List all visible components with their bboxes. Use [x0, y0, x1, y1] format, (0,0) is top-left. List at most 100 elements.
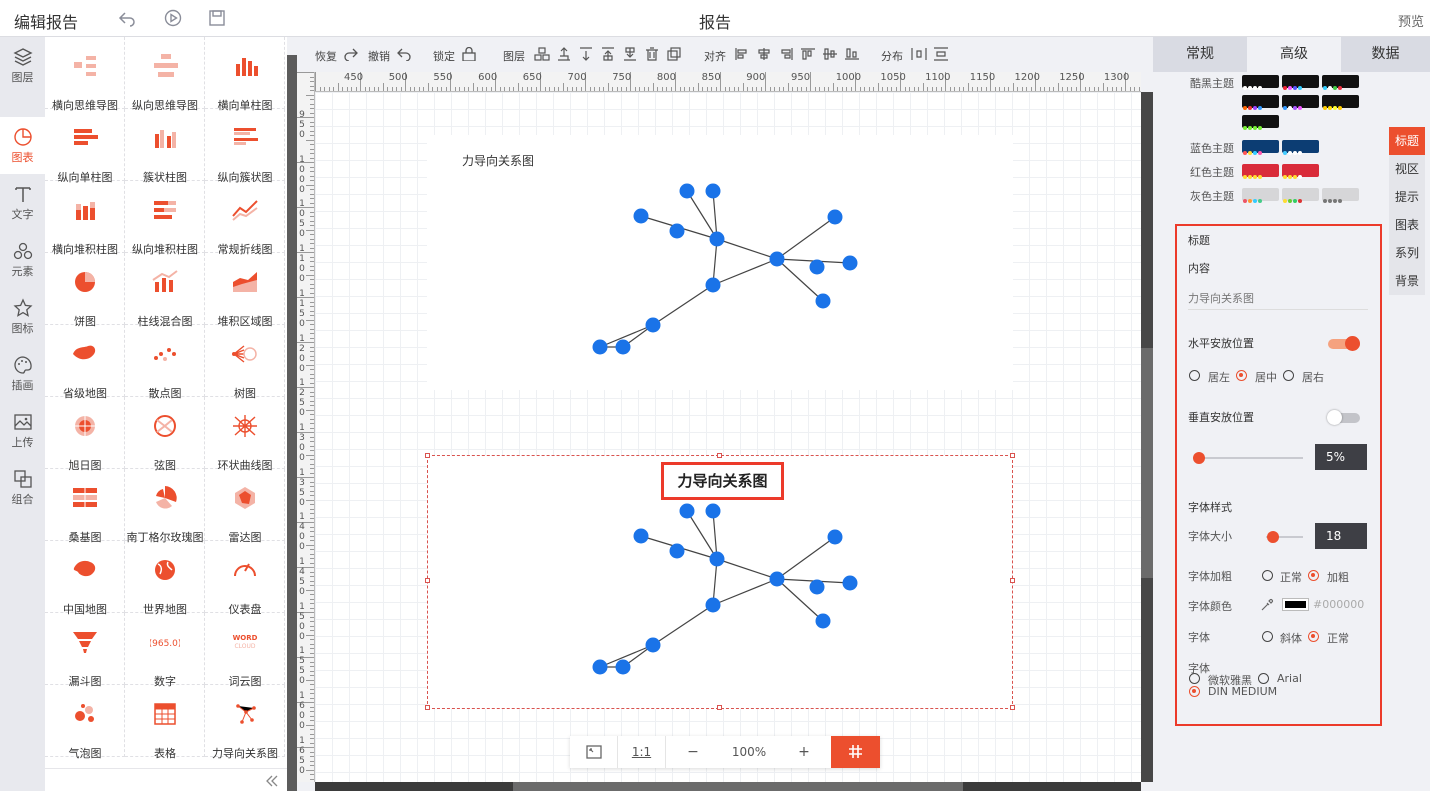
nav-upload[interactable]: 上传: [0, 402, 45, 459]
theme-swatch[interactable]: [1322, 188, 1359, 203]
chart-type-stacked-bar[interactable]: 横向堆积柱图: [45, 181, 125, 256]
v-position-toggle[interactable]: [1327, 410, 1360, 425]
graph-node[interactable]: [705, 277, 721, 293]
play-icon[interactable]: [164, 9, 182, 27]
graph-node[interactable]: [842, 575, 858, 591]
radio-bold-normal[interactable]: [1262, 570, 1273, 581]
bring-front-icon[interactable]: [556, 47, 572, 61]
collapse-panel-button[interactable]: [45, 768, 287, 791]
font-size-slider[interactable]: [1266, 531, 1303, 543]
eyedropper-icon[interactable]: [1260, 598, 1274, 612]
graph-node[interactable]: [615, 659, 631, 675]
theme-swatch[interactable]: [1242, 115, 1279, 130]
undo-button[interactable]: 撤销: [368, 48, 390, 64]
chart-type-force-graph[interactable]: 力导向关系图: [205, 685, 285, 760]
chart-type-sunburst[interactable]: 旭日图: [45, 397, 125, 472]
tab-advanced[interactable]: 高级: [1247, 37, 1341, 72]
nav-icons[interactable]: 图标: [0, 288, 45, 345]
nav-text[interactable]: 文字: [0, 174, 45, 231]
graph-node[interactable]: [679, 183, 695, 199]
graph-node[interactable]: [705, 503, 721, 519]
chart-type-tree[interactable]: 树图: [205, 325, 285, 400]
graph-node[interactable]: [615, 339, 631, 355]
actual-size-button[interactable]: 1:1: [618, 736, 666, 768]
chart-type-gauge[interactable]: 仪表盘: [205, 541, 285, 616]
side-tab-tooltip[interactable]: 提示: [1389, 183, 1425, 211]
toggle-grid-button[interactable]: [831, 736, 880, 768]
graph-node[interactable]: [679, 503, 695, 519]
canvas-vertical-scrollbar[interactable]: [1141, 92, 1153, 782]
v-position-slider[interactable]: [1193, 452, 1303, 464]
theme-swatch[interactable]: [1282, 164, 1319, 179]
graph-node[interactable]: [809, 579, 825, 595]
chart-type-mindmap-h[interactable]: 横向思维导图: [45, 37, 125, 112]
nav-layers[interactable]: 图层: [0, 37, 45, 94]
chart-type-province-map[interactable]: 省级地图: [45, 325, 125, 400]
delete-icon[interactable]: [644, 47, 660, 61]
resize-handle[interactable]: [1010, 705, 1015, 710]
nav-illustrations[interactable]: 插画: [0, 345, 45, 402]
radio-font-arial[interactable]: [1258, 673, 1269, 684]
graph-node[interactable]: [827, 529, 843, 545]
zoom-in-button[interactable]: +: [785, 736, 823, 768]
theme-swatch[interactable]: [1242, 188, 1279, 203]
report-canvas[interactable]: 力导向关系图 力导向关系图: [315, 92, 1141, 782]
chart-type-pie-chart[interactable]: 饼图: [45, 253, 125, 328]
chart-type-bar-chart[interactable]: 横向单柱图: [205, 37, 285, 112]
graph-node[interactable]: [842, 255, 858, 271]
redo-icon[interactable]: [343, 47, 359, 61]
lock-button[interactable]: 锁定: [433, 48, 455, 64]
scroll-thumb[interactable]: [1141, 348, 1153, 578]
chart-type-hcluster-bar[interactable]: 纵向簇状图: [205, 109, 285, 184]
library-scrollbar[interactable]: [287, 55, 297, 791]
layer-group-icon[interactable]: [534, 47, 550, 61]
send-bottom-icon[interactable]: [622, 47, 638, 61]
resize-handle[interactable]: [425, 453, 430, 458]
graph-node[interactable]: [769, 571, 785, 587]
chart-type-funnel[interactable]: 漏斗图: [45, 613, 125, 688]
align-left-icon[interactable]: [734, 47, 750, 61]
resize-handle[interactable]: [425, 705, 430, 710]
graph-node[interactable]: [827, 209, 843, 225]
resize-handle[interactable]: [717, 453, 722, 458]
side-tab-background[interactable]: 背景: [1389, 267, 1425, 295]
scroll-thumb[interactable]: [513, 782, 963, 791]
graph-node[interactable]: [705, 183, 721, 199]
canvas-horizontal-scrollbar[interactable]: [315, 782, 1141, 791]
tab-data[interactable]: 数据: [1341, 37, 1430, 72]
graph-node[interactable]: [645, 317, 661, 333]
chart-type-hstacked-bar[interactable]: 纵向堆积柱图: [125, 181, 205, 256]
distribute-v-icon[interactable]: [933, 47, 949, 61]
side-tab-chart[interactable]: 图表: [1389, 211, 1425, 239]
graph-node[interactable]: [709, 551, 725, 567]
title-content-input[interactable]: 力导向关系图: [1188, 290, 1368, 310]
graph-node[interactable]: [592, 659, 608, 675]
theme-swatch[interactable]: [1242, 95, 1279, 110]
theme-swatch[interactable]: [1282, 188, 1319, 203]
nav-group[interactable]: 组合: [0, 459, 45, 516]
align-top-icon[interactable]: [800, 47, 816, 61]
graph-node[interactable]: [815, 293, 831, 309]
radio-align-center[interactable]: [1236, 370, 1247, 381]
align-middle-v-icon[interactable]: [822, 47, 838, 61]
chart-type-line-chart[interactable]: 常规折线图: [205, 181, 285, 256]
save-icon[interactable]: [208, 9, 226, 27]
align-bottom-icon[interactable]: [844, 47, 860, 61]
theme-swatch[interactable]: [1322, 95, 1359, 110]
bring-top-icon[interactable]: [600, 47, 616, 61]
side-tab-title[interactable]: 标题: [1389, 127, 1425, 155]
graph-node[interactable]: [709, 231, 725, 247]
graph-node[interactable]: [592, 339, 608, 355]
force-graph-chart-1[interactable]: 力导向关系图: [427, 135, 1013, 390]
nav-charts[interactable]: 图表: [0, 117, 45, 174]
copy-icon[interactable]: [666, 47, 682, 61]
radio-italic[interactable]: [1262, 631, 1273, 642]
graph-node[interactable]: [809, 259, 825, 275]
graph-node[interactable]: [769, 251, 785, 267]
theme-swatch[interactable]: [1322, 75, 1359, 90]
chart-type-china-map[interactable]: 中国地图: [45, 541, 125, 616]
radio-align-right[interactable]: [1283, 370, 1294, 381]
chart-type-hbar-chart[interactable]: 纵向单柱图: [45, 109, 125, 184]
resize-handle[interactable]: [717, 705, 722, 710]
graph-node[interactable]: [633, 528, 649, 544]
